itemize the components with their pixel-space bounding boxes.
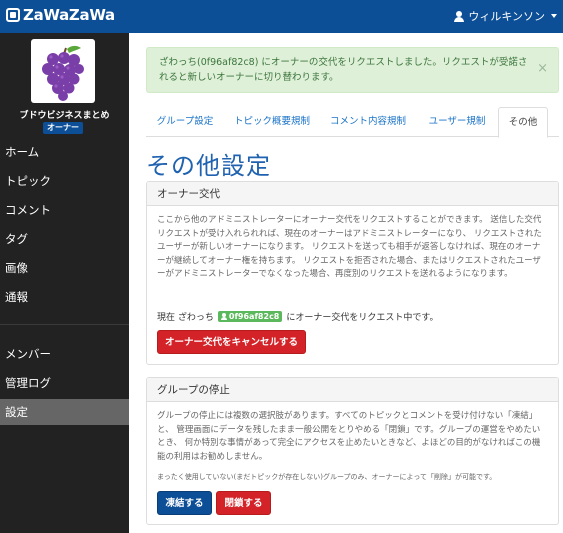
logo-mark-icon — [6, 8, 20, 22]
success-alert: ざわっち(0f96af82c8) にオーナーの交代をリクエストしました。リクエス… — [146, 47, 559, 93]
sidebar-item-admin-log[interactable]: 管理ログ — [0, 370, 129, 396]
logo-text: ZaWaZaWa — [23, 6, 115, 24]
caret-down-icon — [551, 14, 557, 18]
sidebar-item-home[interactable]: ホーム — [0, 139, 129, 165]
sidebar-divider — [0, 324, 129, 325]
cancel-owner-change-button[interactable]: オーナー交代をキャンセルする — [157, 330, 306, 354]
delete-note: まったく使用していない(まだトピックが存在しない)グループのみ、オーナーによって… — [157, 473, 497, 481]
suspend-group-description: グループの停止には複数の選択肢があります。すべてのトピックとコメントを受け付けな… — [157, 411, 541, 462]
sidebar-item-reports[interactable]: 通報 — [0, 284, 129, 310]
site-logo[interactable]: ZaWaZaWa — [6, 6, 115, 24]
tab-group-settings[interactable]: グループ設定 — [146, 107, 224, 137]
sidebar: ブドウビジネスまとめ オーナー ホーム トピック コメント タグ 画像 通報 メ… — [0, 33, 129, 533]
page-title: その他設定 — [146, 152, 271, 180]
user-id: 0f96af82c8 — [228, 312, 280, 321]
alert-message: ざわっち(0f96af82c8) にオーナーの交代をリクエストしました。リクエス… — [159, 57, 528, 83]
status-prefix: 現在 ざわっち — [157, 313, 214, 323]
freeze-button[interactable]: 凍結する — [157, 491, 212, 515]
sidebar-item-images[interactable]: 画像 — [0, 255, 129, 281]
group-name: ブドウビジネスまとめ — [19, 111, 110, 121]
sidebar-item-settings[interactable]: 設定 — [0, 399, 129, 425]
status-suffix: にオーナー交代をリクエスト中です。 — [286, 313, 439, 323]
settings-tabs: グループ設定 トピック概要規制 コメント内容規制 ユーザー規制 その他 — [146, 107, 559, 138]
user-icon — [454, 10, 465, 22]
top-navbar: ZaWaZaWa ウィルキンソン — [0, 0, 563, 33]
close-icon[interactable]: × — [537, 62, 548, 75]
grape-icon — [42, 45, 84, 101]
owner-change-description: ここから他のアドミニストレーターにオーナー交代をリクエストすることができます。 … — [157, 215, 542, 279]
owner-request-status: 現在 ざわっち 0f96af82c8 にオーナー交代をリクエスト中です。 — [157, 310, 438, 323]
sidebar-item-comments[interactable]: コメント — [0, 197, 129, 223]
tab-user-rules[interactable]: ユーザー規制 — [416, 107, 498, 137]
close-group-button[interactable]: 閉鎖する — [216, 491, 271, 515]
sidebar-item-members[interactable]: メンバー — [0, 341, 129, 367]
user-name: ウィルキンソン — [468, 10, 545, 23]
sidebar-item-tags[interactable]: タグ — [0, 226, 129, 252]
user-id-badge[interactable]: 0f96af82c8 — [217, 311, 283, 322]
role-badge: オーナー — [43, 122, 83, 134]
suspend-group-panel: グループの停止 グループの停止には複数の選択肢があります。すべてのトピックとコメ… — [146, 377, 559, 525]
tab-comment-rules[interactable]: コメント内容規制 — [320, 107, 416, 137]
owner-change-title: オーナー交代 — [147, 182, 558, 206]
sidebar-item-topics[interactable]: トピック — [0, 168, 129, 194]
tab-other[interactable]: その他 — [498, 107, 548, 138]
user-menu[interactable]: ウィルキンソン — [454, 8, 557, 24]
owner-change-panel: オーナー交代 ここから他のアドミニストレーターにオーナー交代をリクエストすること… — [146, 181, 559, 365]
tab-topic-rules[interactable]: トピック概要規制 — [224, 107, 320, 137]
group-image[interactable] — [31, 39, 95, 103]
main-content: ざわっち(0f96af82c8) にオーナーの交代をリクエストしました。リクエス… — [129, 33, 563, 533]
suspend-group-title: グループの停止 — [147, 378, 558, 402]
user-icon — [220, 313, 227, 320]
